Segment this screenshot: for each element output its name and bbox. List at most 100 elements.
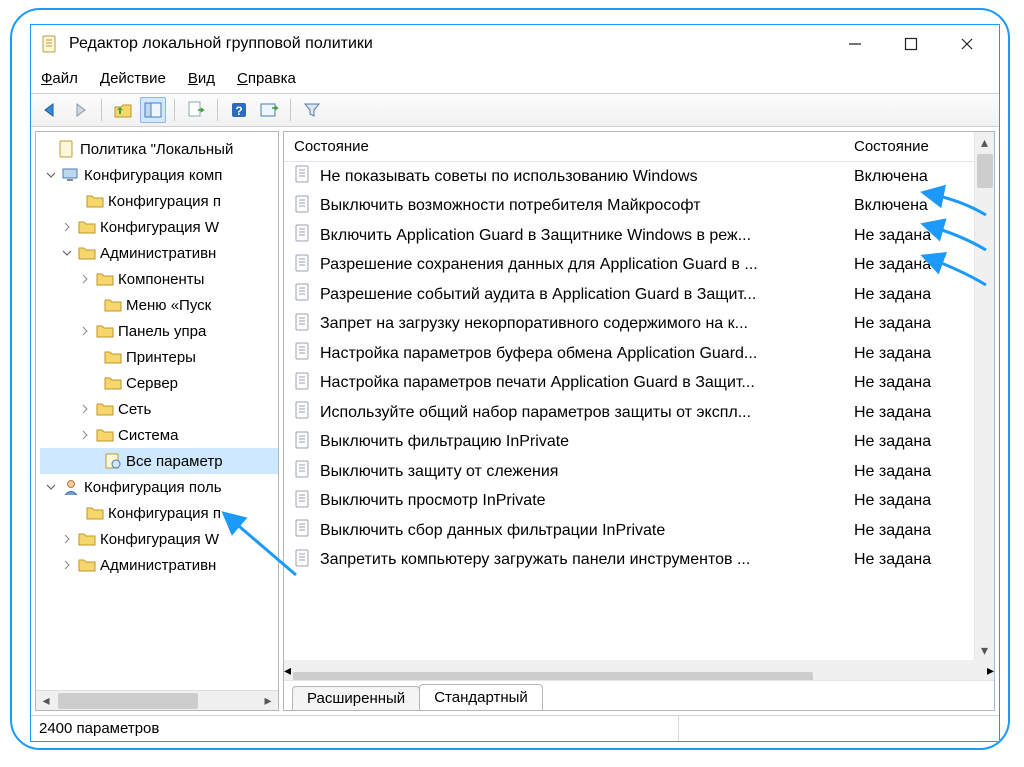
- list-item[interactable]: Выключить просмотр InPrivateНе задана: [284, 487, 974, 517]
- tree-user-conf-p[interactable]: Конфигурация п: [40, 500, 278, 526]
- tree-user-conf-w[interactable]: Конфигурация W: [40, 526, 278, 552]
- chevron-down-icon[interactable]: [44, 168, 58, 182]
- up-button[interactable]: [110, 97, 136, 123]
- policy-item-icon: [294, 549, 312, 572]
- tree-start-menu[interactable]: Меню «Пуск: [40, 292, 278, 318]
- chevron-down-icon[interactable]: [44, 480, 58, 494]
- tree-network[interactable]: Сеть: [40, 396, 278, 422]
- tree-all-params[interactable]: Все параметр: [40, 448, 278, 474]
- list-item[interactable]: Разрешение сохранения данных для Applica…: [284, 251, 974, 281]
- list-item-name: Выключить фильтрацию InPrivate: [320, 433, 569, 451]
- chevron-right-icon[interactable]: [60, 558, 74, 572]
- menu-action[interactable]: Действие: [100, 70, 166, 87]
- tree-user-config[interactable]: Конфигурация поль: [40, 474, 278, 500]
- list-item[interactable]: Разрешение событий аудита в Application …: [284, 280, 974, 310]
- list-item[interactable]: Выключить фильтрацию InPrivateНе задана: [284, 428, 974, 458]
- chevron-right-icon[interactable]: [78, 272, 92, 286]
- list-item-state: Не задана: [854, 522, 974, 540]
- list-item-state: Не задана: [854, 256, 974, 274]
- settings-icon: [104, 452, 122, 470]
- column-header-state[interactable]: Состояние: [854, 138, 974, 155]
- tree-components[interactable]: Компоненты: [40, 266, 278, 292]
- scroll-down-icon[interactable]: ▾: [975, 640, 994, 660]
- policy-item-icon: [294, 490, 312, 513]
- list-item[interactable]: Используйте общий набор параметров защит…: [284, 398, 974, 428]
- list-item[interactable]: Выключить сбор данных фильтрации InPriva…: [284, 516, 974, 546]
- list-item[interactable]: Настройка параметров буфера обмена Appli…: [284, 339, 974, 369]
- tab-extended[interactable]: Расширенный: [292, 686, 420, 710]
- chevron-right-icon[interactable]: [78, 324, 92, 338]
- policy-item-icon: [294, 519, 312, 542]
- computer-icon: [62, 166, 80, 184]
- minimize-button[interactable]: [827, 26, 883, 62]
- list-item[interactable]: Включить Application Guard в Защитнике W…: [284, 221, 974, 251]
- list-item[interactable]: Выключить возможности потребителя Майкро…: [284, 192, 974, 222]
- tab-standard[interactable]: Стандартный: [419, 684, 543, 710]
- scroll-left-icon[interactable]: ◂: [284, 662, 291, 679]
- toolbar-separator: [290, 99, 291, 121]
- list-item-state: Включена: [854, 197, 974, 215]
- list-vscrollbar[interactable]: ▴ ▾: [974, 132, 994, 660]
- tree-admin[interactable]: Административн: [40, 240, 278, 266]
- policy-item-icon: [294, 254, 312, 277]
- list-item-name: Используйте общий набор параметров защит…: [320, 404, 751, 422]
- outer-frame: Редактор локальной групповой политики Фа…: [10, 8, 1010, 750]
- chevron-right-icon[interactable]: [78, 428, 92, 442]
- list-item-name: Запрет на загрузку некорпоративного соде…: [320, 315, 748, 333]
- nav-back-button[interactable]: [37, 97, 63, 123]
- scroll-up-icon[interactable]: ▴: [975, 132, 994, 152]
- maximize-button[interactable]: [883, 26, 939, 62]
- chevron-right-icon[interactable]: [78, 402, 92, 416]
- list-item-state: Не задана: [854, 345, 974, 363]
- scroll-right-icon[interactable]: ▸: [987, 662, 994, 679]
- column-header-name[interactable]: Состояние: [284, 138, 854, 155]
- policy-item-icon: [294, 283, 312, 306]
- tree-pane: Политика "Локальный Конфигурация комп Ко…: [35, 131, 279, 711]
- scroll-right-icon[interactable]: ▸: [258, 691, 278, 711]
- chevron-right-icon[interactable]: [60, 532, 74, 546]
- tree-server[interactable]: Сервер: [40, 370, 278, 396]
- list-item-name: Разрешение событий аудита в Application …: [320, 286, 756, 304]
- nav-forward-button[interactable]: [67, 97, 93, 123]
- status-text: 2400 параметров: [39, 720, 159, 737]
- close-button[interactable]: [939, 26, 995, 62]
- tree-user-admin[interactable]: Административн: [40, 552, 278, 578]
- scroll-left-icon[interactable]: ◂: [36, 691, 56, 711]
- chevron-down-icon[interactable]: [60, 246, 74, 260]
- tree-printers[interactable]: Принтеры: [40, 344, 278, 370]
- list-item[interactable]: Выключить защиту от слеженияНе задана: [284, 457, 974, 487]
- list-header[interactable]: Состояние Состояние: [284, 132, 974, 162]
- chevron-right-icon[interactable]: [60, 220, 74, 234]
- export-list-button[interactable]: [183, 97, 209, 123]
- app-window: Редактор локальной групповой политики Фа…: [30, 24, 1000, 742]
- folder-icon: [78, 556, 96, 574]
- list-item-name: Не показывать советы по использованию Wi…: [320, 168, 698, 186]
- folder-icon: [86, 192, 104, 210]
- tree-comp-config[interactable]: Конфигурация комп: [40, 162, 278, 188]
- action-button[interactable]: [256, 97, 282, 123]
- tree-system[interactable]: Система: [40, 422, 278, 448]
- tree-control-panel[interactable]: Панель упра: [40, 318, 278, 344]
- list-item-name: Разрешение сохранения данных для Applica…: [320, 256, 758, 274]
- tabs-bar: Расширенный Стандартный: [284, 680, 994, 710]
- show-hide-tree-button[interactable]: [140, 97, 166, 123]
- tree-conf-p[interactable]: Конфигурация п: [40, 188, 278, 214]
- list-hscrollbar[interactable]: ◂ ▸: [284, 660, 994, 680]
- tree-conf-w[interactable]: Конфигурация W: [40, 214, 278, 240]
- list-item[interactable]: Запретить компьютеру загружать панели ин…: [284, 546, 974, 576]
- list-item[interactable]: Настройка параметров печати Application …: [284, 369, 974, 399]
- tree-hscrollbar[interactable]: ◂ ▸: [36, 690, 278, 710]
- menu-file[interactable]: Файл: [41, 70, 78, 87]
- folder-icon: [78, 244, 96, 262]
- list-item-name: Выключить просмотр InPrivate: [320, 492, 546, 510]
- list-item[interactable]: Не показывать советы по использованию Wi…: [284, 162, 974, 192]
- menu-help[interactable]: Справка: [237, 70, 296, 87]
- list-item[interactable]: Запрет на загрузку некорпоративного соде…: [284, 310, 974, 340]
- help-button[interactable]: ?: [226, 97, 252, 123]
- folder-icon: [78, 218, 96, 236]
- filter-button[interactable]: [299, 97, 325, 123]
- tree-root[interactable]: Политика "Локальный: [40, 136, 278, 162]
- menu-view[interactable]: Вид: [188, 70, 215, 87]
- toolbar-separator: [217, 99, 218, 121]
- list-rows: Не показывать советы по использованию Wi…: [284, 162, 974, 575]
